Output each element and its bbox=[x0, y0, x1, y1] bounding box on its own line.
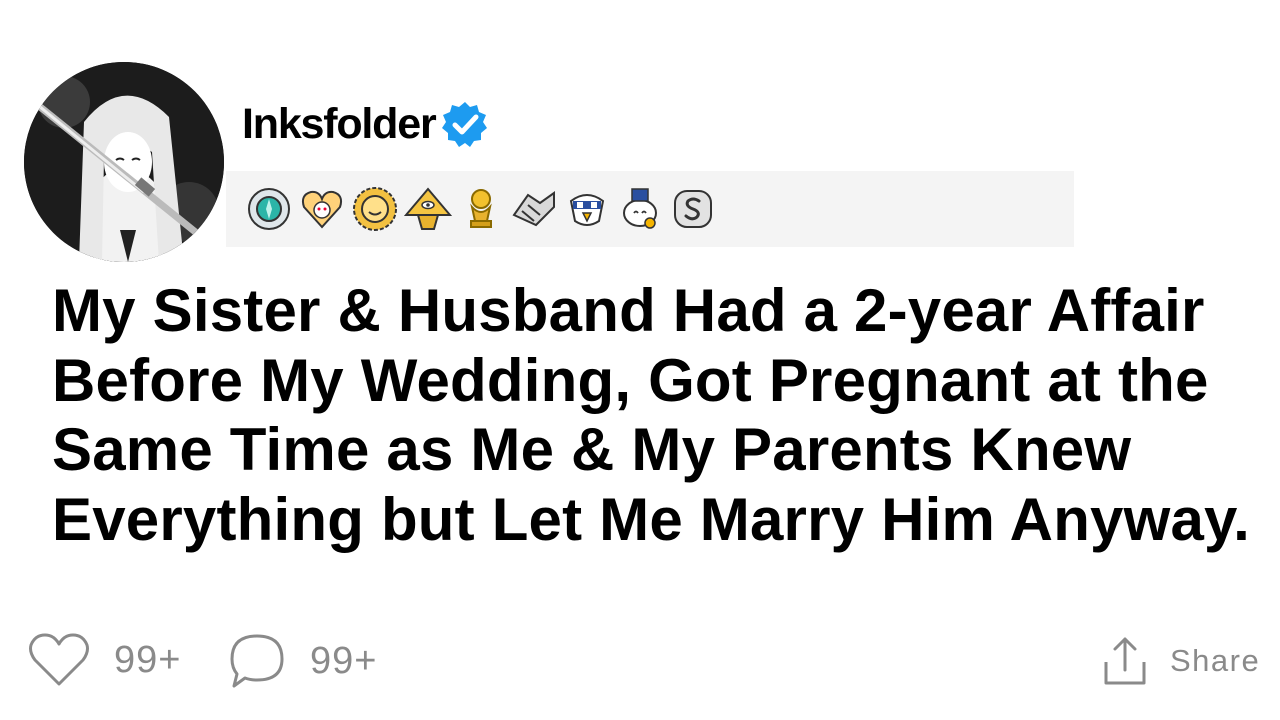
avatar-image bbox=[24, 62, 224, 262]
share-icon bbox=[1104, 637, 1146, 685]
gold-trophy-award-icon bbox=[457, 185, 505, 233]
silver-s-award-icon bbox=[669, 185, 717, 233]
share-button[interactable]: Share bbox=[1102, 636, 1260, 686]
verified-check-icon bbox=[441, 102, 487, 147]
heart-icon bbox=[29, 633, 89, 686]
wholesome-snoo-award-icon bbox=[616, 185, 664, 233]
post-title: My Sister & Husband Had a 2-year Affair … bbox=[52, 277, 1251, 553]
like-button[interactable]: 99+ bbox=[28, 632, 181, 688]
heart-snoo-award-icon bbox=[298, 185, 346, 233]
like-count: 99+ bbox=[114, 638, 182, 681]
username[interactable]: Inksfolder bbox=[242, 100, 437, 149]
avatar[interactable] bbox=[24, 62, 224, 262]
gem-award-icon bbox=[245, 185, 293, 233]
eagle-award-icon bbox=[563, 185, 611, 233]
comment-count: 99+ bbox=[310, 639, 378, 682]
sun-award-icon bbox=[351, 185, 399, 233]
award-badges-bar bbox=[226, 171, 1074, 247]
illuminati-pyramid-award-icon bbox=[404, 185, 452, 233]
comment-button[interactable]: 99+ bbox=[228, 632, 377, 690]
author-row: Inksfolder bbox=[242, 96, 490, 152]
share-label: Share bbox=[1170, 643, 1261, 678]
handshake-award-icon bbox=[510, 185, 558, 233]
comment-bubble-icon bbox=[230, 634, 284, 688]
